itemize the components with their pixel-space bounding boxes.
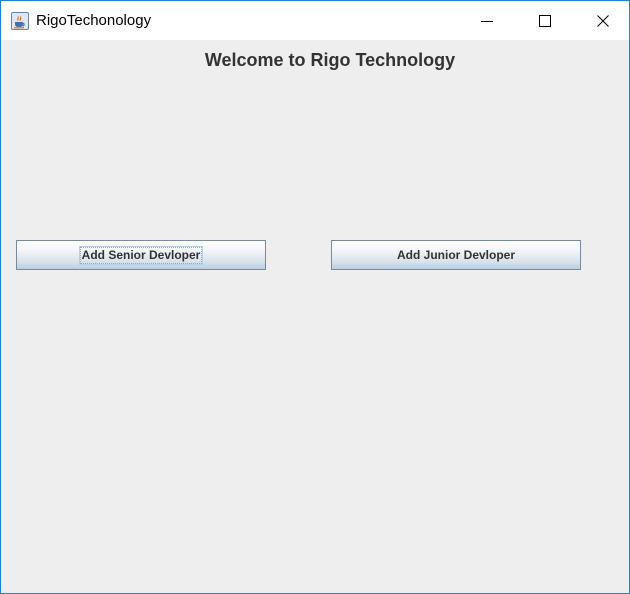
maximize-icon (539, 14, 551, 27)
application-window: RigoTechonology Welcome to Rigo Technolo… (0, 0, 630, 594)
maximize-button[interactable] (516, 1, 574, 40)
content-pane: Welcome to Rigo Technology Add Senior De… (1, 40, 629, 593)
close-button[interactable] (574, 1, 629, 40)
welcome-heading: Welcome to Rigo Technology (204, 50, 456, 70)
window-title: RigoTechonology (36, 12, 152, 29)
add-senior-developer-button[interactable]: Add Senior Devloper (16, 240, 266, 270)
add-senior-developer-label: Add Senior Devloper (78, 245, 204, 265)
minimize-icon (481, 20, 493, 22)
java-coffee-icon[interactable] (11, 12, 29, 30)
add-junior-developer-button[interactable]: Add Junior Devloper (331, 240, 581, 270)
title-bar[interactable]: RigoTechonology (1, 1, 629, 40)
close-icon (597, 14, 609, 27)
minimize-button[interactable] (458, 1, 516, 40)
add-junior-developer-label: Add Junior Devloper (396, 247, 515, 262)
